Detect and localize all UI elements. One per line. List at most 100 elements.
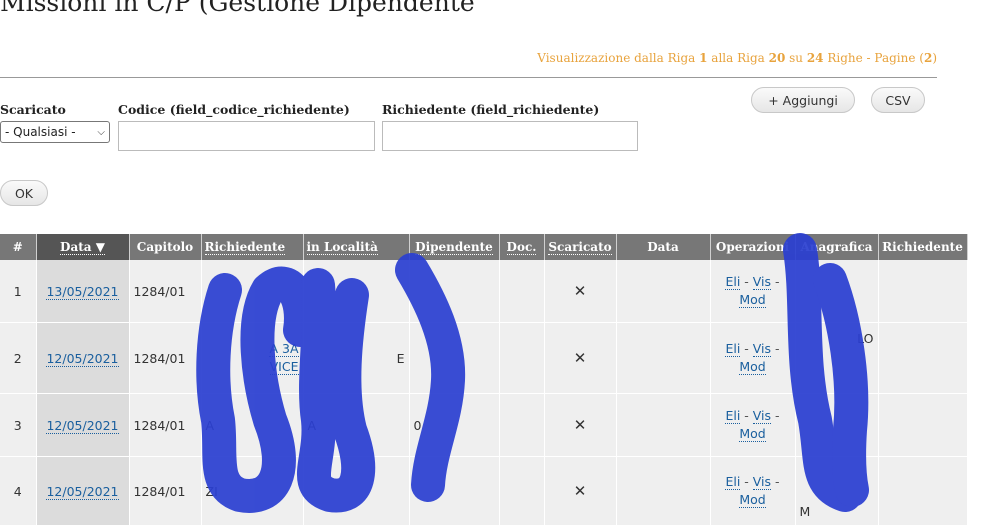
col-doc-label: Doc. bbox=[506, 240, 537, 255]
row-num: 4 bbox=[0, 456, 37, 526]
row-doc bbox=[499, 456, 545, 526]
row-richiedente: ZI bbox=[201, 456, 304, 526]
chevron-down-icon: ⌵ bbox=[97, 126, 105, 138]
page-title: Missioni in C/P (Gestione Dipendente bbox=[0, 0, 475, 17]
csv-button[interactable]: CSV bbox=[871, 87, 925, 113]
ops-separator: - bbox=[775, 408, 780, 423]
row-dipendente: 0 bbox=[409, 393, 500, 457]
delete-link[interactable]: Eli bbox=[725, 408, 741, 424]
ops-separator: - bbox=[744, 474, 749, 489]
row-richiedente2 bbox=[878, 393, 968, 457]
pager-summary: Visualizzazione dalla Riga 1 alla Riga 2… bbox=[537, 51, 937, 65]
row-richiedente2 bbox=[878, 260, 968, 323]
row-data2 bbox=[616, 393, 711, 457]
col-dipendente[interactable]: Dipendente bbox=[409, 234, 500, 260]
row-data2 bbox=[616, 260, 711, 323]
row-operazioni: Eli - Vis - Mod bbox=[710, 260, 796, 323]
divider bbox=[0, 77, 937, 78]
row-richiedente2 bbox=[878, 456, 968, 526]
edit-link[interactable]: Mod bbox=[739, 292, 766, 308]
delete-link[interactable]: Eli bbox=[725, 474, 741, 490]
row-date-link[interactable]: 12/05/2021 bbox=[46, 417, 119, 434]
row-scaricato: ✕ bbox=[544, 393, 617, 457]
row-anagrafica bbox=[795, 393, 879, 457]
row-richiedente: A 3A VICE bbox=[201, 322, 304, 394]
col-capitolo[interactable]: Capitolo bbox=[129, 234, 202, 260]
edit-link[interactable]: Mod bbox=[739, 359, 766, 375]
row-num: 1 bbox=[0, 260, 37, 323]
row-richiedente2 bbox=[878, 322, 968, 394]
row-data2 bbox=[616, 322, 711, 394]
col-anagrafica: Anagrafica bbox=[795, 234, 879, 260]
row-dipendente bbox=[409, 322, 500, 394]
add-button[interactable]: + Aggiungi bbox=[751, 87, 855, 113]
edit-link[interactable]: Mod bbox=[739, 492, 766, 508]
row-operazioni: Eli - Vis - Mod bbox=[710, 456, 796, 526]
row-scaricato: ✕ bbox=[544, 260, 617, 323]
row-data2 bbox=[616, 456, 711, 526]
codice-input[interactable] bbox=[118, 121, 375, 151]
row-capitolo: 1284/01 bbox=[129, 322, 202, 394]
row-anagrafica: M bbox=[795, 456, 879, 526]
richiedente-input[interactable] bbox=[382, 121, 638, 151]
row-num: 3 bbox=[0, 393, 37, 457]
col-scaricato[interactable]: Scaricato bbox=[544, 234, 617, 260]
close-icon: ✕ bbox=[573, 282, 587, 300]
col-localita[interactable]: in Località bbox=[303, 234, 410, 260]
col-richiedente[interactable]: Richiedente bbox=[201, 234, 304, 260]
row-dipendente bbox=[409, 456, 500, 526]
table-row: 4 12/05/2021 1284/01 ZI ✕ Eli - Vis - Mo… bbox=[0, 456, 968, 526]
close-icon: ✕ bbox=[573, 349, 587, 367]
row-capitolo: 1284/01 bbox=[129, 456, 202, 526]
row-date-link[interactable]: 12/05/2021 bbox=[46, 350, 119, 367]
scaricato-select-value: - Qualsiasi - bbox=[5, 125, 76, 139]
row-doc bbox=[499, 393, 545, 457]
richiedente-filter-label: Richiedente (field_richiedente) bbox=[382, 102, 600, 117]
ops-separator: - bbox=[775, 474, 780, 489]
row-operazioni: Eli - Vis - Mod bbox=[710, 322, 796, 394]
delete-link[interactable]: Eli bbox=[725, 274, 741, 290]
col-data2: Data bbox=[616, 234, 711, 260]
row-capitolo: 1284/01 bbox=[129, 393, 202, 457]
row-richiedente bbox=[201, 260, 304, 323]
ops-separator: - bbox=[744, 408, 749, 423]
row-operazioni: Eli - Vis - Mod bbox=[710, 393, 796, 457]
row-date-cell: 12/05/2021 bbox=[36, 322, 130, 394]
row-num: 2 bbox=[0, 322, 37, 394]
row-localita: A bbox=[303, 393, 410, 457]
richiedente-link[interactable]: A 3A bbox=[269, 341, 299, 357]
row-doc bbox=[499, 322, 545, 394]
row-date-link[interactable]: 13/05/2021 bbox=[46, 283, 119, 300]
col-dipendente-label: Dipendente bbox=[415, 240, 493, 255]
edit-link[interactable]: Mod bbox=[739, 426, 766, 442]
row-date-cell: 12/05/2021 bbox=[36, 456, 130, 526]
richiedente-link[interactable]: VICE bbox=[269, 359, 299, 375]
row-dipendente bbox=[409, 260, 500, 323]
col-doc[interactable]: Doc. bbox=[499, 234, 545, 260]
table-header-row: # Data ▼ Capitolo Richiedente in Localit… bbox=[0, 234, 968, 260]
row-localita: E bbox=[303, 322, 410, 394]
row-date-link[interactable]: 12/05/2021 bbox=[46, 483, 119, 500]
col-num: # bbox=[0, 234, 37, 260]
row-richiedente: A bbox=[201, 393, 304, 457]
col-data-sort[interactable]: Data ▼ bbox=[36, 234, 130, 260]
view-link[interactable]: Vis bbox=[752, 474, 772, 490]
col-scaricato-label: Scaricato bbox=[548, 240, 612, 255]
col-operazioni: Operazioni bbox=[710, 234, 796, 260]
table-row: 2 12/05/2021 1284/01 A 3A VICE E ✕ Eli -… bbox=[0, 322, 968, 394]
missions-table: # Data ▼ Capitolo Richiedente in Localit… bbox=[0, 234, 968, 526]
row-doc bbox=[499, 260, 545, 323]
ops-separator: - bbox=[744, 341, 749, 356]
view-link[interactable]: Vis bbox=[752, 341, 772, 357]
scaricato-select[interactable]: - Qualsiasi - ⌵ bbox=[0, 121, 110, 143]
view-link[interactable]: Vis bbox=[752, 408, 772, 424]
ops-separator: - bbox=[775, 274, 780, 289]
ok-button[interactable]: OK bbox=[0, 180, 48, 206]
row-scaricato: ✕ bbox=[544, 322, 617, 394]
row-capitolo: 1284/01 bbox=[129, 260, 202, 323]
row-date-cell: 13/05/2021 bbox=[36, 260, 130, 323]
row-scaricato: ✕ bbox=[544, 456, 617, 526]
view-link[interactable]: Vis bbox=[752, 274, 772, 290]
delete-link[interactable]: Eli bbox=[725, 341, 741, 357]
close-icon: ✕ bbox=[573, 482, 587, 500]
